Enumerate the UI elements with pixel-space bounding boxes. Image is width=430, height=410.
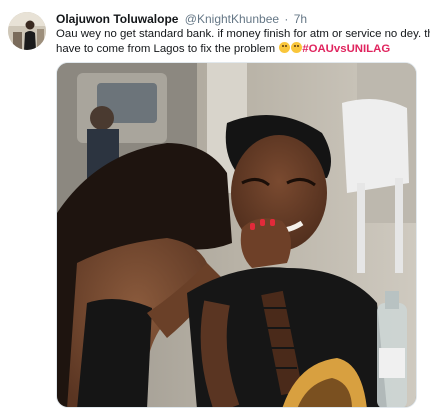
display-name[interactable]: Olajuwon Toluwalope [56,12,178,26]
tweet-text-line-2-text: have to come from Lagos to fix the probl… [56,42,276,55]
hashtag-link[interactable]: #OAUvsUNILAG [302,43,390,55]
tweet-text-line-1: Oau wey no get standard bank. if money f… [56,28,430,40]
laughing-crying-emoji-icon [291,41,303,53]
laughing-crying-emoji-icon [279,41,291,53]
avatar[interactable] [8,12,46,50]
tweet-photo[interactable] [56,62,417,408]
photo-image [57,63,416,407]
timestamp[interactable]: 7h [294,12,307,26]
separator-dot: · [284,12,289,26]
tweet-text-line-2: have to come from Lagos to fix the probl… [56,41,430,57]
tweet-card[interactable]: Olajuwon Toluwalope @KnightKhunbee · 7h … [0,0,430,410]
tweet-text: Oau wey no get standard bank. if money f… [56,27,430,56]
avatar-image [8,12,46,50]
user-handle[interactable]: @KnightKhunbee [185,12,279,26]
